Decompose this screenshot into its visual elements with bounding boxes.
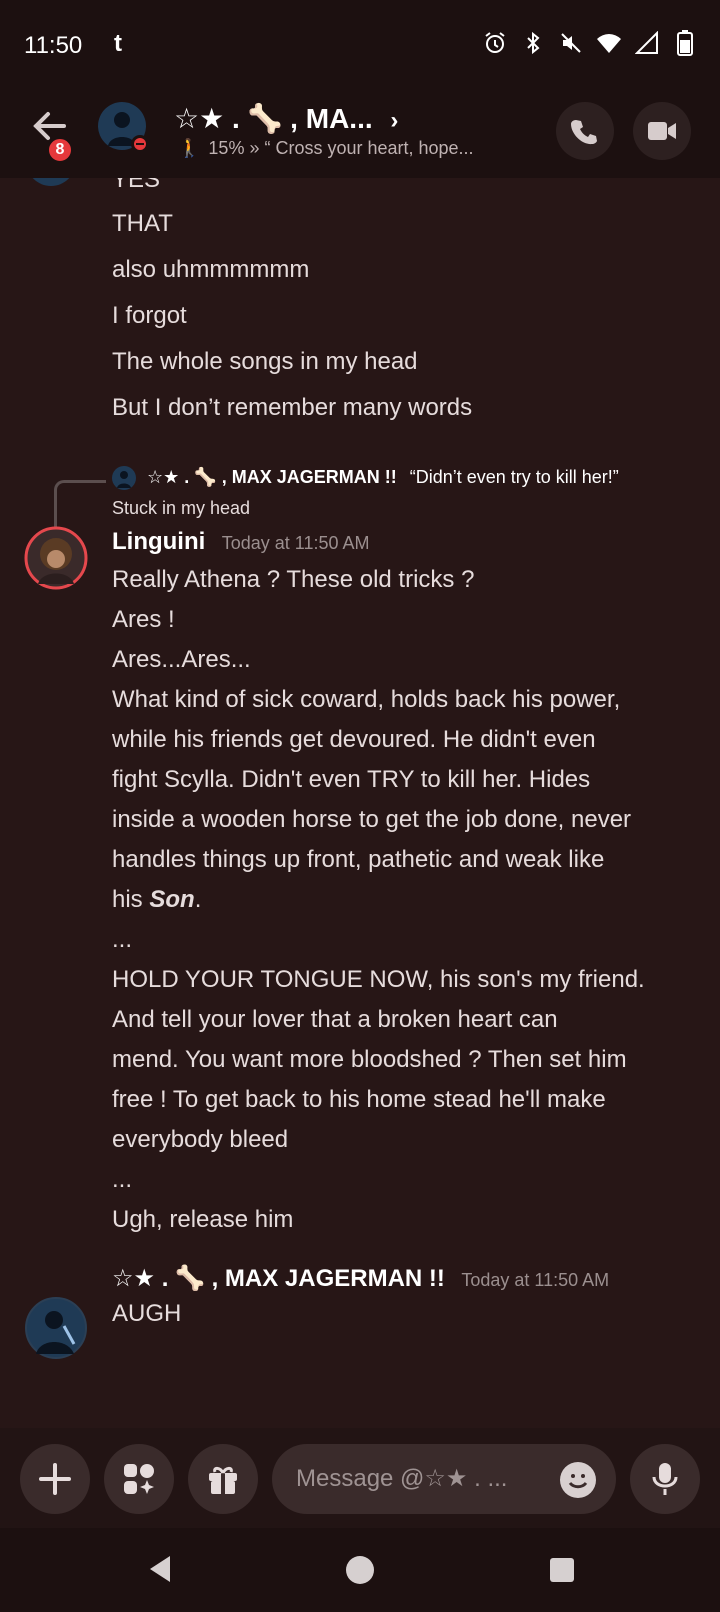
message-line: AUGH	[112, 1300, 182, 1327]
status-bar: 11:50 t	[0, 0, 720, 88]
voice-call-button[interactable]	[556, 102, 614, 160]
message-header: ☆★ . 🦴 , MAX JAGERMAN !! Today at 11:50 …	[112, 1264, 609, 1293]
apps-icon	[124, 1464, 154, 1494]
avatar[interactable]	[26, 178, 76, 186]
message-line: And tell your lover that a broken heart …	[112, 1006, 558, 1033]
plus-icon	[39, 1463, 71, 1495]
channel-header: 8 ☆★ . 🦴 , MA... › 🚶 15% » “ Cross your h…	[0, 88, 720, 178]
unread-badge: 8	[46, 136, 74, 164]
message-line: YES	[112, 178, 161, 193]
message-body: Really Athena ? These old tricks ? Ares …	[112, 560, 692, 1240]
message-line: everybody bleed	[112, 1126, 289, 1153]
gift-button[interactable]	[188, 1444, 258, 1514]
avatar[interactable]	[98, 102, 150, 154]
nav-recents-button[interactable]	[550, 1558, 574, 1582]
message-line: free ! To get back to his home stead he'…	[112, 1086, 606, 1113]
figure-icon: 🚶	[178, 138, 201, 158]
alarm-icon	[482, 30, 508, 56]
message-line: HOLD YOUR TONGUE NOW, his son's my frien…	[112, 966, 645, 993]
message-line: What kind of sick coward, holds back his…	[112, 686, 621, 713]
message-line: THAT	[112, 210, 173, 237]
battery-icon	[672, 30, 698, 56]
message-line: Ares...Ares...	[112, 646, 251, 673]
nav-back-button[interactable]	[148, 1554, 172, 1589]
gift-icon	[209, 1466, 237, 1494]
message-composer: Message @☆★ . ...	[0, 1428, 720, 1528]
message-header: Linguini Today at 11:50 AM	[112, 528, 370, 556]
reply-reference[interactable]: ☆★ . 🦴 , MAX JAGERMAN !! “Didn’t even tr…	[112, 466, 619, 490]
message-line: The whole songs in my head	[112, 348, 418, 375]
microphone-icon	[652, 1463, 678, 1495]
bluetooth-icon	[520, 30, 546, 56]
nav-home-button[interactable]	[346, 1556, 374, 1584]
mute-icon	[558, 30, 584, 56]
voice-message-button[interactable]	[630, 1444, 700, 1514]
message-line: But I don’t remember many words	[112, 394, 473, 421]
message-line: ...	[112, 1166, 133, 1193]
message-line: Ares !	[112, 606, 175, 633]
reply-quote: “Didn’t even try to kill her!”	[409, 466, 619, 487]
phone-icon	[571, 120, 597, 145]
message-author[interactable]: Linguini	[112, 528, 205, 555]
reply-connector	[54, 480, 106, 530]
video-call-button[interactable]	[633, 102, 691, 160]
message-line: also uhmmmmmm	[112, 256, 310, 283]
page-title[interactable]: ☆★ . 🦴 , MA... ›	[174, 102, 398, 135]
message-line: his Son.	[112, 886, 202, 913]
message-line: while his friends get devoured. He didn'…	[112, 726, 596, 753]
message-line: I forgot	[112, 302, 187, 329]
message-line: Really Athena ? These old tricks ?	[112, 566, 475, 593]
emoji-button[interactable]	[560, 1462, 596, 1498]
message-list[interactable]: YES THAT also uhmmmmmm I forgot The whol…	[0, 178, 720, 1428]
avatar[interactable]	[24, 1296, 88, 1360]
message-line: ...	[112, 926, 133, 953]
status-time: 11:50	[24, 32, 83, 59]
system-navigation-bar	[0, 1528, 720, 1612]
apps-button[interactable]	[104, 1444, 174, 1514]
message-timestamp: Today at 11:50 AM	[221, 533, 370, 553]
message-line: Ugh, release him	[112, 1206, 294, 1233]
message-line: fight Scylla. Didn't even TRY to kill he…	[112, 766, 591, 793]
message-timestamp: Today at 11:50 AM	[461, 1270, 610, 1290]
smiley-icon	[568, 1474, 588, 1489]
message-author[interactable]: ☆★ . 🦴 , MAX JAGERMAN !!	[112, 1265, 445, 1292]
avatar[interactable]	[24, 526, 88, 590]
triangle-back-icon	[150, 1556, 170, 1582]
wifi-icon	[596, 30, 622, 56]
message-body: AUGH	[112, 1294, 692, 1334]
add-attachment-button[interactable]	[20, 1444, 90, 1514]
avatar	[112, 466, 136, 490]
tumblr-notification-icon: t	[114, 30, 122, 57]
message-line: handles things up front, pathetic and we…	[112, 846, 605, 873]
chevron-right-icon: ›	[390, 107, 399, 134]
reply-author: ☆★ . 🦴 , MAX JAGERMAN !!	[147, 466, 397, 487]
signal-icon	[634, 30, 660, 56]
title-text: ☆★ . 🦴 , MA...	[174, 103, 373, 134]
message-line: inside a wooden horse to get the job don…	[112, 806, 632, 833]
video-camera-icon	[648, 122, 676, 140]
status-subtitle: 🚶 15% » “ Cross your heart, hope...	[178, 138, 474, 158]
message-line: mend. You want more bloodshed ? Then set…	[112, 1046, 627, 1073]
reply-text: Stuck in my head	[112, 498, 251, 518]
emphasis-text: Son	[149, 886, 195, 913]
